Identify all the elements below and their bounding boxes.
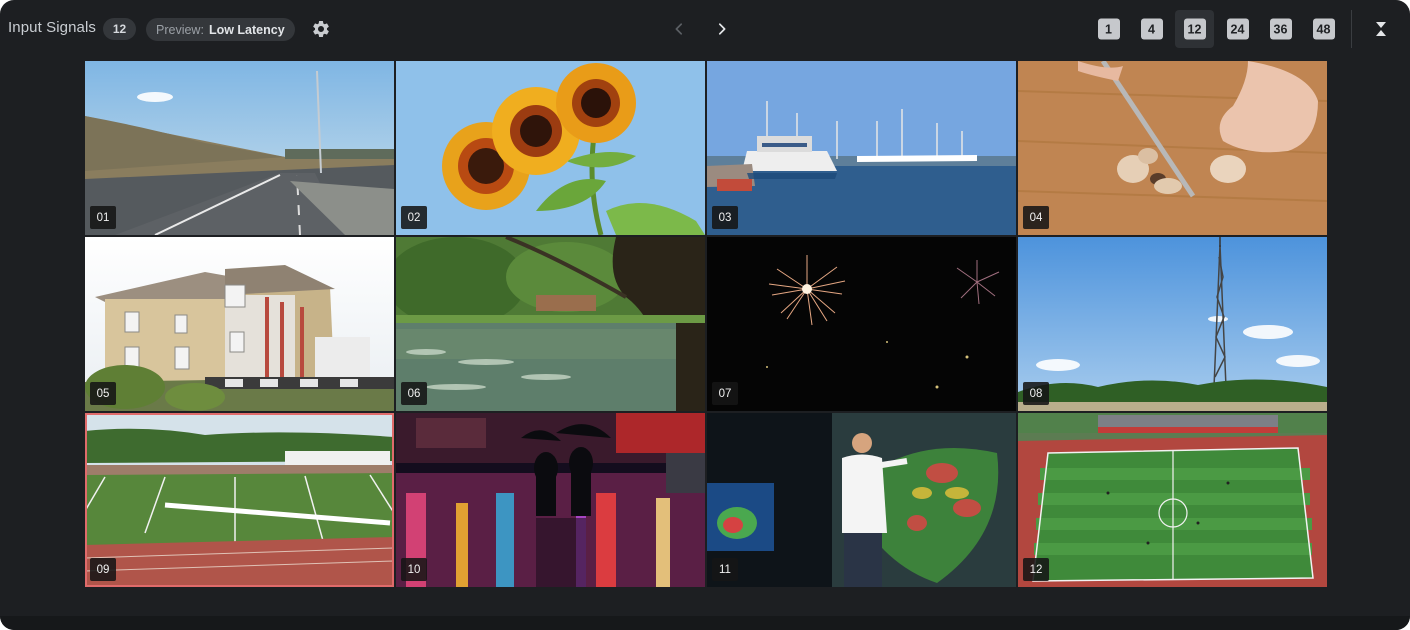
layout-option-36[interactable]: 36	[1261, 10, 1300, 48]
signal-tile-09[interactable]: 09	[85, 413, 394, 587]
signal-tile-05[interactable]: 05	[85, 237, 394, 411]
signal-preview-image	[396, 413, 705, 587]
signal-number-label: 06	[401, 382, 427, 405]
signal-number-label: 09	[90, 558, 116, 581]
layout-option-label: 24	[1226, 18, 1249, 40]
signal-tile-11[interactable]: 11	[707, 413, 1016, 587]
signal-number-label: 01	[90, 206, 116, 229]
signal-number-label: 10	[401, 558, 427, 581]
layout-option-label: 12	[1183, 18, 1206, 40]
signal-preview-image	[707, 413, 1016, 587]
signal-number-label: 02	[401, 206, 427, 229]
signal-number-label: 12	[1023, 558, 1049, 581]
signal-tile-07[interactable]: 07	[707, 237, 1016, 411]
layout-option-4[interactable]: 4	[1132, 10, 1171, 48]
preview-label: Preview:	[156, 22, 204, 37]
signal-preview-image	[85, 413, 394, 587]
signal-preview-image	[1018, 237, 1327, 411]
signal-tile-04[interactable]: 04	[1018, 61, 1327, 235]
layout-option-label: 1	[1097, 18, 1120, 40]
signal-tile-12[interactable]: 12	[1018, 413, 1327, 587]
layout-option-24[interactable]: 24	[1218, 10, 1257, 48]
signal-preview-image	[396, 237, 705, 411]
signal-tile-06[interactable]: 06	[396, 237, 705, 411]
chevron-left-icon	[675, 23, 683, 35]
layout-option-label: 48	[1312, 18, 1335, 40]
layout-option-label: 4	[1140, 18, 1163, 40]
preview-value: Low Latency	[208, 22, 285, 37]
header-divider	[1351, 10, 1352, 48]
signal-preview-image	[1018, 61, 1327, 235]
previous-page-button[interactable]	[668, 18, 690, 40]
signal-tile-01[interactable]: 01	[85, 61, 394, 235]
signal-number-label: 03	[712, 206, 738, 229]
collapse-button[interactable]	[1371, 19, 1391, 39]
layout-option-label: 36	[1269, 18, 1292, 40]
layout-option-48[interactable]: 48	[1304, 10, 1343, 48]
signal-grid: 01 02 03 04 05 06 07 08 09 10 11 12	[85, 61, 1327, 587]
layout-option-1[interactable]: 1	[1089, 10, 1128, 48]
preview-mode-pill[interactable]: Preview: Low Latency	[146, 18, 295, 41]
signal-number-label: 11	[712, 558, 738, 581]
collapse-icon	[1376, 22, 1386, 36]
signal-preview-image	[707, 237, 1016, 411]
chevron-right-icon	[718, 23, 726, 35]
input-signals-panel: Input Signals 12 Preview: Low Latency 14…	[0, 0, 1410, 630]
signal-preview-image	[1018, 413, 1327, 587]
layout-selector: 1 4 12 24 36 48	[1089, 10, 1347, 48]
signal-tile-10[interactable]: 10	[396, 413, 705, 587]
signal-tile-03[interactable]: 03	[707, 61, 1016, 235]
signal-preview-image	[707, 61, 1016, 235]
signal-number-label: 04	[1023, 206, 1049, 229]
signal-tile-02[interactable]: 02	[396, 61, 705, 235]
signal-tile-08[interactable]: 08	[1018, 237, 1327, 411]
signal-count-badge: 12	[103, 18, 136, 40]
layout-option-12[interactable]: 12	[1175, 10, 1214, 48]
signal-number-label: 05	[90, 382, 116, 405]
signal-number-label: 07	[712, 382, 738, 405]
signal-preview-image	[85, 61, 394, 235]
panel-title: Input Signals	[8, 19, 97, 36]
gear-icon[interactable]	[311, 19, 331, 39]
signal-preview-image	[396, 61, 705, 235]
signal-preview-image	[85, 237, 394, 411]
next-page-button[interactable]	[711, 18, 733, 40]
signal-number-label: 08	[1023, 382, 1049, 405]
